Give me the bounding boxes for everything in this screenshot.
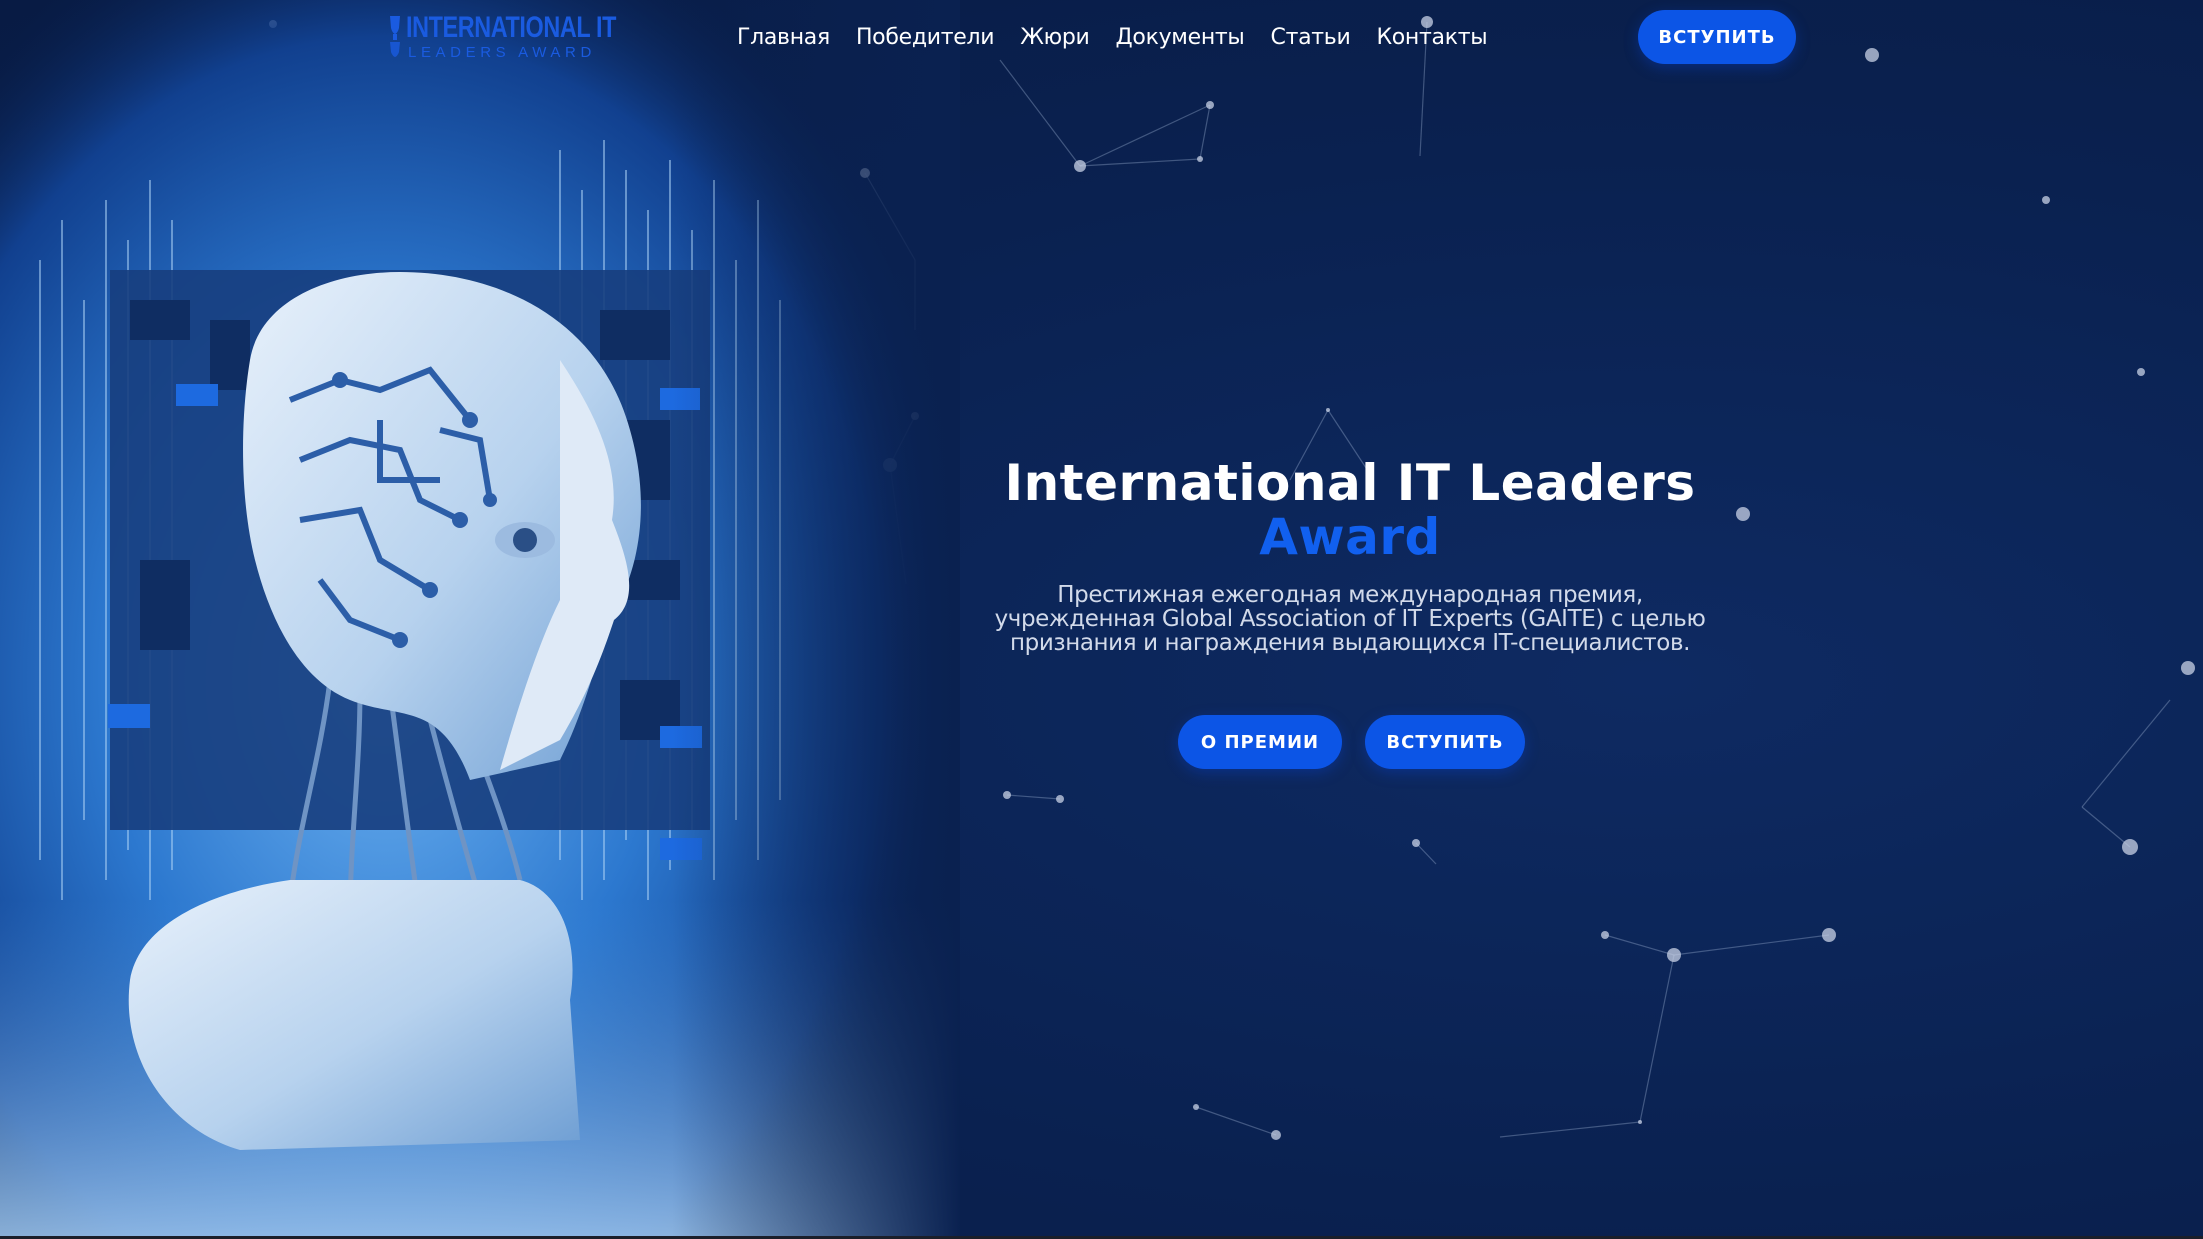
nav-item-home[interactable]: Главная <box>737 22 830 54</box>
hero-join-button[interactable]: ВСТУПИТЬ <box>1365 715 1525 769</box>
nav-item-documents[interactable]: Документы <box>1116 22 1245 54</box>
logo-title: INTERNATIONAL IT <box>406 11 616 44</box>
about-award-button[interactable]: О ПРЕМИИ <box>1178 715 1342 769</box>
logo-subtitle: LEADERS AWARD <box>408 44 596 61</box>
hero-buttons: О ПРЕМИИ ВСТУПИТЬ <box>920 715 1780 769</box>
nav-item-articles[interactable]: Статьи <box>1271 22 1351 54</box>
logo-trophy-icon <box>390 16 400 57</box>
site-logo[interactable]: INTERNATIONAL IT LEADERS AWARD <box>388 12 616 62</box>
hero-subtitle: Престижная ежегодная международная преми… <box>994 582 1706 656</box>
hero-content: International IT Leaders Award Престижна… <box>920 454 1780 769</box>
nav-item-winners[interactable]: Победители <box>856 22 995 54</box>
nav-item-jury[interactable]: Жюри <box>1020 22 1090 54</box>
hero-section: INTERNATIONAL IT LEADERS AWARD Главная П… <box>0 0 2203 1236</box>
site-header: INTERNATIONAL IT LEADERS AWARD Главная П… <box>0 0 2203 80</box>
main-nav: Главная Победители Жюри Документы Статьи… <box>737 22 1488 54</box>
hero-title: International IT Leaders <box>1004 454 1696 512</box>
hero-title-accent: Award <box>1259 508 1441 566</box>
nav-item-contacts[interactable]: Контакты <box>1376 22 1487 54</box>
ai-head-illustration <box>0 0 960 1236</box>
header-join-button[interactable]: ВСТУПИТЬ <box>1638 10 1796 64</box>
